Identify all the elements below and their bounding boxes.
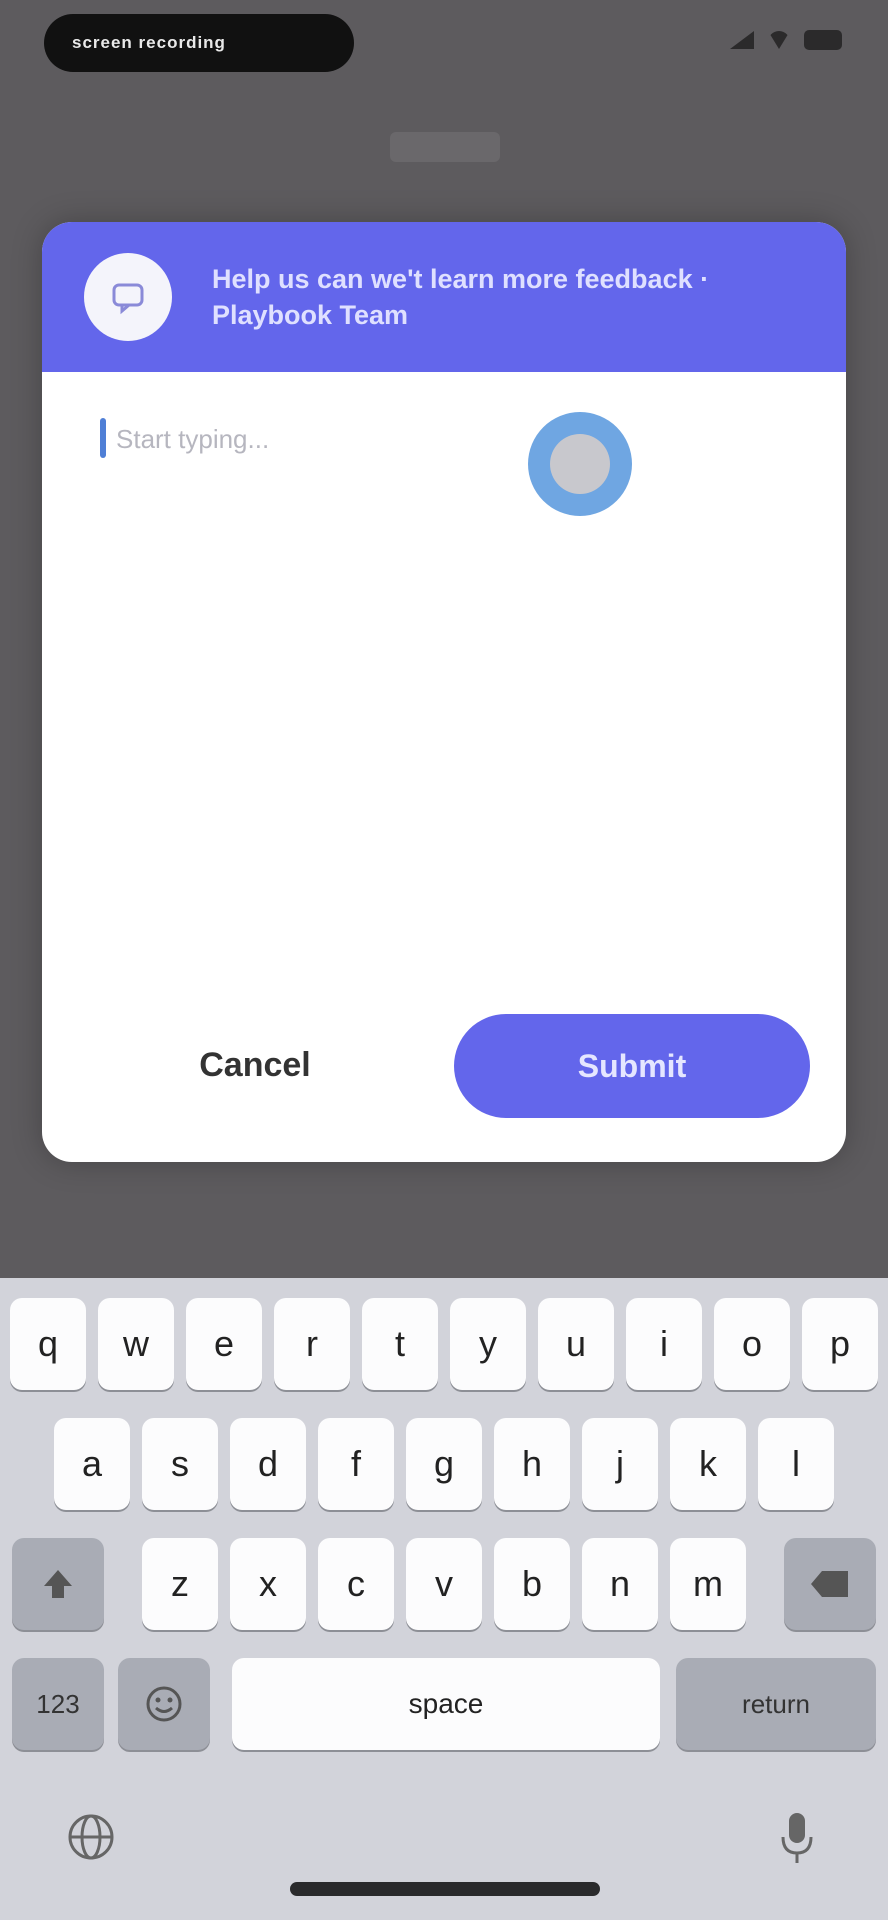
- signal-icon: [730, 31, 754, 49]
- key-t[interactable]: t: [362, 1298, 438, 1390]
- key-j[interactable]: j: [582, 1418, 658, 1510]
- home-indicator[interactable]: [290, 1882, 600, 1896]
- textarea-placeholder: Start typing...: [116, 424, 270, 454]
- screen-recording-indicator[interactable]: screen recording: [44, 14, 354, 72]
- key-h[interactable]: h: [494, 1418, 570, 1510]
- key-d[interactable]: d: [230, 1418, 306, 1510]
- key-m[interactable]: m: [670, 1538, 746, 1630]
- key-e[interactable]: e: [186, 1298, 262, 1390]
- space-key[interactable]: space: [232, 1658, 660, 1750]
- key-r[interactable]: r: [274, 1298, 350, 1390]
- feedback-textarea[interactable]: Start typing...: [100, 410, 820, 1050]
- emoji-icon: [146, 1686, 182, 1722]
- shift-key[interactable]: [12, 1538, 104, 1630]
- status-pill-text: screen recording: [72, 33, 226, 52]
- key-a[interactable]: a: [54, 1418, 130, 1510]
- delete-key[interactable]: [784, 1538, 876, 1630]
- dictation-button[interactable]: [770, 1810, 824, 1864]
- dialog-title: Help us can we't learn more feedback · P…: [212, 264, 710, 330]
- key-u[interactable]: u: [538, 1298, 614, 1390]
- key-q[interactable]: q: [10, 1298, 86, 1390]
- key-z[interactable]: z: [142, 1538, 218, 1630]
- text-caret: [100, 418, 106, 458]
- key-w[interactable]: w: [98, 1298, 174, 1390]
- globe-icon: [68, 1814, 114, 1860]
- chat-icon: [112, 283, 144, 315]
- key-o[interactable]: o: [714, 1298, 790, 1390]
- key-p[interactable]: p: [802, 1298, 878, 1390]
- key-c[interactable]: c: [318, 1538, 394, 1630]
- wifi-icon: [768, 31, 790, 49]
- submit-button[interactable]: Submit: [454, 1014, 810, 1118]
- status-icons: [730, 30, 842, 50]
- battery-icon: [804, 30, 842, 50]
- key-s[interactable]: s: [142, 1418, 218, 1510]
- return-key[interactable]: return: [676, 1658, 876, 1750]
- numbers-key[interactable]: 123: [12, 1658, 104, 1750]
- submit-label: Submit: [577, 1047, 687, 1084]
- key-v[interactable]: v: [406, 1538, 482, 1630]
- dialog-header: Help us can we't learn more feedback · P…: [42, 222, 846, 372]
- key-x[interactable]: x: [230, 1538, 306, 1630]
- key-i[interactable]: i: [626, 1298, 702, 1390]
- touch-indicator: [528, 412, 632, 516]
- globe-button[interactable]: [64, 1810, 118, 1864]
- key-g[interactable]: g: [406, 1418, 482, 1510]
- key-y[interactable]: y: [450, 1298, 526, 1390]
- microphone-icon: [781, 1813, 813, 1863]
- key-l[interactable]: l: [758, 1418, 834, 1510]
- cancel-button[interactable]: Cancel: [150, 1040, 360, 1090]
- key-f[interactable]: f: [318, 1418, 394, 1510]
- key-n[interactable]: n: [582, 1538, 658, 1630]
- background-title: [390, 132, 500, 162]
- delete-icon: [811, 1571, 848, 1597]
- avatar: [84, 253, 172, 341]
- shift-icon: [44, 1570, 72, 1598]
- key-b[interactable]: b: [494, 1538, 570, 1630]
- key-k[interactable]: k: [670, 1418, 746, 1510]
- emoji-key[interactable]: [118, 1658, 210, 1750]
